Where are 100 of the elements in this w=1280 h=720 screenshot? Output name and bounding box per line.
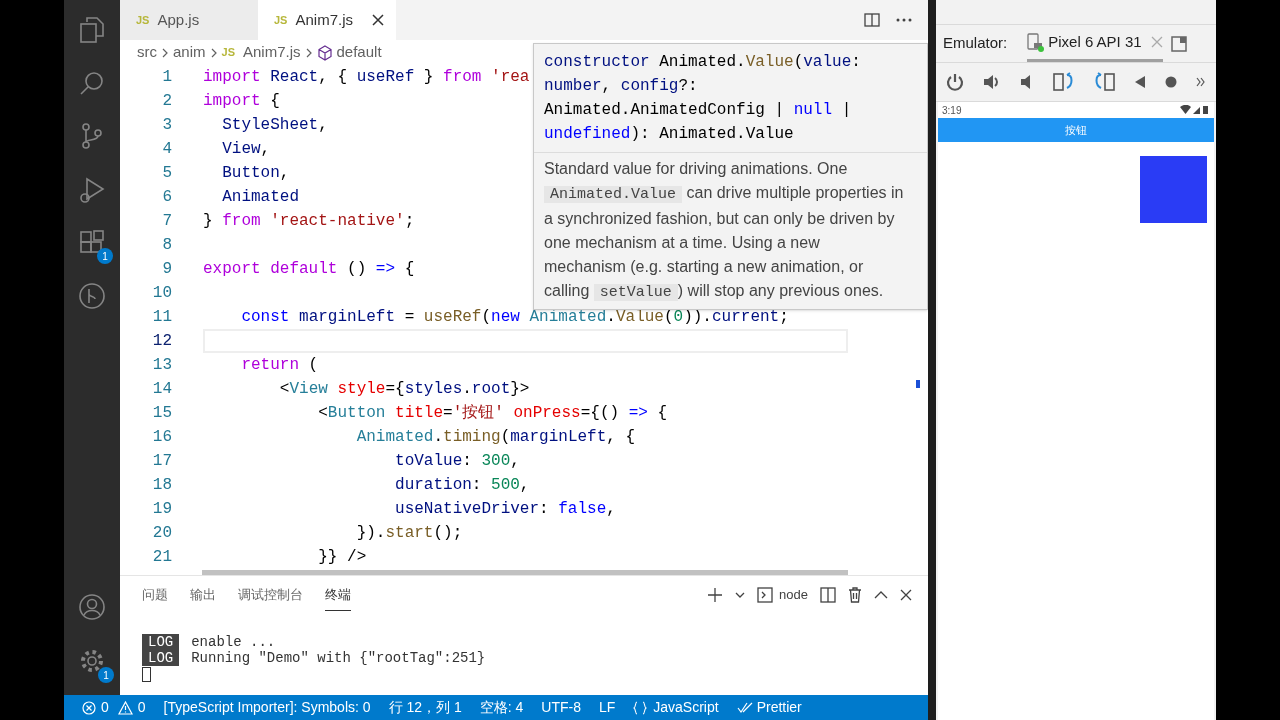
files-icon[interactable] <box>79 16 105 44</box>
line-number: 1 <box>161 67 172 88</box>
code-line: <View style={styles.root}> <box>278 379 530 400</box>
line-number: 6 <box>161 187 172 208</box>
more-chevrons-icon[interactable] <box>1195 77 1206 87</box>
code-line: duration: 500, <box>394 475 530 496</box>
error-icon <box>82 700 96 715</box>
editor-tab[interactable]: JS App.js <box>120 0 258 40</box>
device-tab[interactable]: Pixel 6 API 31 <box>1027 25 1163 62</box>
chevron-down-icon[interactable] <box>735 591 746 599</box>
line-number: 14 <box>151 379 172 400</box>
phone-time: 3:19 <box>942 103 962 118</box>
line-number: 16 <box>151 427 172 448</box>
code-line: export default () => { <box>203 259 415 280</box>
log-badge: LOG <box>142 634 180 650</box>
trash-icon[interactable] <box>848 587 862 603</box>
settings-icon[interactable] <box>78 647 106 675</box>
panel-tab[interactable]: 终端 <box>325 578 351 612</box>
search-icon[interactable] <box>79 70 105 96</box>
code-line: View, <box>221 139 271 160</box>
code-line: } from 'react-native'; <box>203 211 415 232</box>
close-icon[interactable] <box>372 14 384 26</box>
code-line: import React, { useRef } from 'rea <box>203 67 530 88</box>
breadcrumb-item[interactable]: src <box>137 41 157 64</box>
horizontal-scrollbar[interactable] <box>202 570 848 575</box>
status-item[interactable]: 空格: 4 <box>479 697 524 718</box>
breadcrumb-item[interactable]: Anim7.js <box>243 41 301 64</box>
phone-device-icon <box>1027 32 1046 52</box>
terminal-selector[interactable]: node <box>757 585 808 605</box>
line-number: 10 <box>151 283 172 304</box>
code-line: StyleSheet, <box>221 115 328 136</box>
problems-status[interactable]: 0 0 <box>82 697 146 718</box>
animated-square <box>1140 156 1207 223</box>
line-number: 15 <box>151 403 172 424</box>
status-item[interactable]: [TypeScript Importer]: Symbols: 0 <box>163 697 371 718</box>
plus-icon[interactable] <box>707 587 724 603</box>
panel-tab[interactable]: 问题 <box>142 578 168 612</box>
scrollbar-marker <box>916 380 920 388</box>
breadcrumb-item[interactable]: default <box>336 41 382 64</box>
line-number: 13 <box>151 355 172 376</box>
line-number: 5 <box>161 163 172 184</box>
split-icon[interactable] <box>820 587 836 603</box>
layout-icon[interactable] <box>1170 35 1187 52</box>
breadcrumb-item[interactable]: anim <box>173 41 206 64</box>
file-type-label: JS <box>274 12 288 28</box>
more-icon[interactable] <box>896 18 912 22</box>
panel-tab[interactable]: 输出 <box>190 578 216 612</box>
emulator-label: Emulator: <box>943 33 1008 54</box>
code-line: Animated <box>221 187 299 208</box>
file-type-label: JS <box>221 45 235 61</box>
split-editor-icon[interactable] <box>864 12 880 28</box>
line-number: 11 <box>151 307 172 328</box>
power-icon[interactable] <box>946 73 964 91</box>
code-line: Button, <box>221 163 290 184</box>
line-number: 9 <box>161 259 172 280</box>
code-line: Animated.timing(marginLeft, { <box>355 427 636 448</box>
editor-tab[interactable]: JS Anim7.js <box>258 0 396 40</box>
rotate-right-icon[interactable] <box>1093 72 1116 92</box>
back-icon[interactable] <box>1134 75 1147 89</box>
file-type-label: JS <box>136 12 150 28</box>
source-control-icon[interactable] <box>80 122 104 150</box>
chevron-icon <box>209 46 218 59</box>
line-number: 12 <box>151 331 172 352</box>
warning-icon <box>117 700 133 715</box>
line-number: 8 <box>161 235 172 256</box>
formatter-status[interactable]: Prettier <box>736 697 802 718</box>
phone-status-icons <box>1180 105 1210 115</box>
volume-up-icon[interactable] <box>982 73 1001 91</box>
log-text: enable ... <box>191 634 276 650</box>
status-item[interactable]: UTF-8 <box>541 697 581 718</box>
line-number: 2 <box>161 91 172 112</box>
log-badge: LOG <box>142 650 180 666</box>
rotate-left-icon[interactable] <box>1052 72 1075 92</box>
terminal-icon <box>757 587 774 603</box>
status-item[interactable]: LF <box>598 697 616 718</box>
line-number: 21 <box>151 547 172 568</box>
braces-icon <box>633 700 648 715</box>
chevron-icon <box>161 46 169 59</box>
line-number: 7 <box>161 211 172 232</box>
code-line: useNativeDriver: false, <box>394 499 616 520</box>
line-number: 20 <box>151 523 172 544</box>
home-icon[interactable] <box>1165 76 1178 88</box>
cube-icon <box>316 44 333 61</box>
panel-tab[interactable]: 调试控制台 <box>238 578 303 612</box>
run-debug-icon[interactable] <box>79 176 105 204</box>
terminal-cursor <box>142 667 151 682</box>
close-icon[interactable] <box>900 589 912 601</box>
status-item[interactable]: 行 12，列 1 <box>388 697 462 718</box>
code-line: return ( <box>240 355 319 376</box>
chevron-up-icon[interactable] <box>874 590 888 600</box>
code-line: }).start(); <box>355 523 463 544</box>
extensions-icon[interactable] <box>79 230 105 256</box>
line-number: 4 <box>161 139 172 160</box>
code-line: toValue: 300, <box>394 451 520 472</box>
language-mode[interactable]: JavaScript <box>633 697 719 718</box>
line-number: 18 <box>151 475 172 496</box>
branch-circle-icon[interactable] <box>78 282 106 310</box>
account-icon[interactable] <box>78 593 106 621</box>
signature-text: constructor Animated.Value(value: number, config?: Animated.AnimatedConfig | null | undefined): Animated.Value <box>534 44 927 153</box>
line-number: 3 <box>161 115 172 136</box>
